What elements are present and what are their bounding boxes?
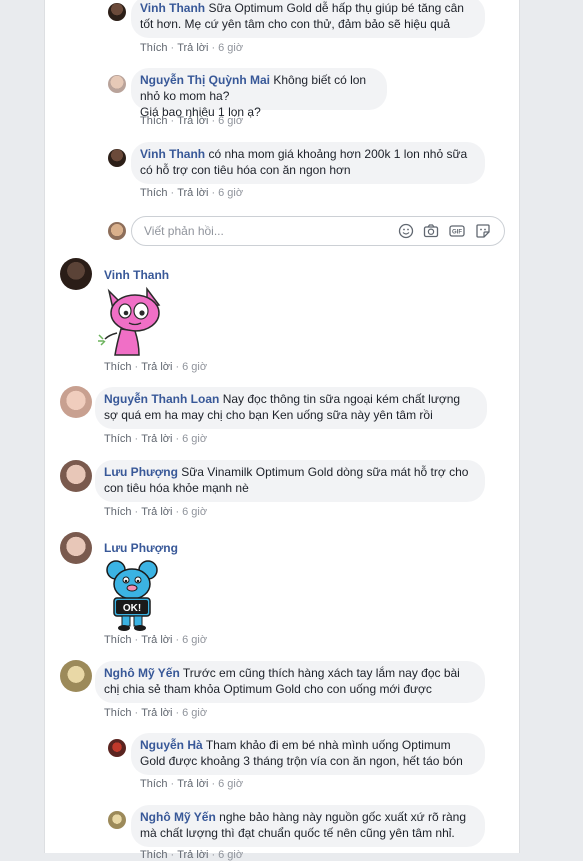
comment-text: Nay đọc thông tin sữa ngoại kém chất lượ…: [222, 392, 461, 406]
comment-bubble: Nghô Mỹ Yến Trước em cũng thích hàng xác…: [95, 661, 485, 703]
emoji-icon[interactable]: [398, 223, 414, 239]
reply-link[interactable]: Trả lời: [177, 778, 208, 790]
comment-author[interactable]: Nguyễn Thanh Loan: [104, 392, 219, 406]
reply-link[interactable]: Trả lời: [141, 634, 172, 646]
comment-author[interactable]: Nguyễn Hà: [140, 738, 203, 752]
avatar[interactable]: [108, 3, 126, 21]
timestamp[interactable]: 6 giờ: [218, 849, 243, 861]
comment-author[interactable]: Nghô Mỹ Yến: [104, 666, 180, 680]
comment-actions: Thích · Trả lời · 6 giờ: [104, 506, 208, 518]
timestamp[interactable]: 6 giờ: [182, 361, 207, 373]
comment-actions: Thích · Trả lời · 6 giờ: [104, 707, 208, 719]
sticker-icon[interactable]: [475, 223, 491, 239]
avatar[interactable]: [60, 386, 92, 418]
comment-actions: Thích · Trả lời · 6 giờ: [140, 42, 244, 54]
comment-text: chị chia sẻ tham khỏa Optimum Gold cho c…: [104, 682, 432, 696]
reply-input[interactable]: [142, 223, 386, 239]
comment-actions: Thích · Trả lời · 6 giờ: [140, 187, 244, 199]
reply-link[interactable]: Trả lời: [177, 849, 208, 861]
reply-link[interactable]: Trả lời: [141, 361, 172, 373]
comment-actions: Thích · Trả lời · 6 giờ: [104, 433, 208, 445]
avatar[interactable]: [108, 75, 126, 93]
avatar[interactable]: [108, 739, 126, 757]
comment-bubble: Vinh Thanh có nha mom giá khoảng hơn 200…: [131, 142, 485, 184]
timestamp[interactable]: 6 giờ: [182, 707, 207, 719]
svg-text:GIF: GIF: [452, 230, 462, 236]
like-link[interactable]: Thích: [104, 707, 132, 719]
pink-cat-sticker: [98, 286, 161, 356]
avatar[interactable]: [60, 532, 92, 564]
reply-link[interactable]: Trả lời: [177, 187, 208, 199]
like-link[interactable]: Thích: [140, 115, 168, 127]
comment-text: có hỗ trợ con tiêu hóa con ăn ngon hơn: [140, 163, 351, 177]
comment-author[interactable]: Lưu Phượng: [104, 541, 178, 555]
comment-author[interactable]: Vinh Thanh: [104, 268, 169, 282]
avatar[interactable]: [60, 660, 92, 692]
like-link[interactable]: Thích: [104, 634, 132, 646]
reply-link[interactable]: Trả lời: [177, 42, 208, 54]
comment-bubble: Nguyễn Thanh Loan Nay đọc thông tin sữa …: [95, 387, 487, 429]
comment-text: sợ quá em ha may chị cho bạn Ken uống sữ…: [104, 408, 433, 422]
comment-bubble: Nghô Mỹ Yến nghe bảo hàng này nguồn gốc …: [131, 805, 485, 847]
comment-text: Sữa Optimum Gold dễ hấp thụ giúp bé tăng…: [208, 1, 464, 15]
comment-text: Gold được khoảng 3 tháng trộn vía con ăn…: [140, 754, 463, 768]
ok-mouse-sticker: OK!: [106, 560, 158, 631]
like-link[interactable]: Thích: [140, 42, 168, 54]
comment-text: Sữa Vinamilk Optimum Gold dòng sữa mát h…: [181, 465, 469, 479]
comment-bubble: Nguyễn Thị Quỳnh Mai Không biết có lon n…: [131, 68, 387, 119]
comment-text: con tiêu hóa khỏe mạnh nè: [104, 481, 249, 495]
comment-bubble: Lưu Phượng Sữa Vinamilk Optimum Gold dòn…: [95, 460, 485, 502]
comment-actions: Thích · Trả lời · 6 giờ: [140, 849, 244, 861]
reply-link[interactable]: Trả lời: [177, 115, 208, 127]
timestamp[interactable]: 6 giờ: [218, 115, 243, 127]
like-link[interactable]: Thích: [104, 361, 132, 373]
like-link[interactable]: Thích: [140, 778, 168, 790]
comment-text: tốt hơn. Mẹ cứ yên tâm cho con thử, đảm …: [140, 17, 451, 31]
comment-text: nghe bảo hàng này nguồn gốc xuất xứ rõ r…: [219, 810, 467, 824]
timestamp[interactable]: 6 giờ: [182, 506, 207, 518]
avatar[interactable]: [60, 460, 92, 492]
like-link[interactable]: Thích: [104, 433, 132, 445]
comment-text: mà chất lượng thì đạt chuẩn quốc tế nên …: [140, 826, 455, 840]
timestamp[interactable]: 6 giờ: [218, 42, 243, 54]
comment-bubble: Vinh Thanh Sữa Optimum Gold dễ hấp thụ g…: [131, 0, 485, 38]
comment-text: Tham khảo đi em bé nhà mình uống Optimum: [205, 738, 451, 752]
like-link[interactable]: Thích: [104, 506, 132, 518]
reply-link[interactable]: Trả lời: [141, 433, 172, 445]
timestamp[interactable]: 6 giờ: [182, 433, 207, 445]
comment-actions: Thích · Trả lời · 6 giờ: [104, 361, 208, 373]
comment-actions: Thích · Trả lời · 6 giờ: [140, 115, 244, 127]
comment-author[interactable]: Nguyễn Thị Quỳnh Mai: [140, 73, 270, 87]
comment-actions: Thích · Trả lời · 6 giờ: [104, 634, 208, 646]
current-user-avatar: [108, 222, 126, 240]
timestamp[interactable]: 6 giờ: [218, 187, 243, 199]
comment-bubble: Nguyễn Hà Tham khảo đi em bé nhà mình uố…: [131, 733, 485, 775]
comment-author[interactable]: Vinh Thanh: [140, 147, 205, 161]
timestamp[interactable]: 6 giờ: [218, 778, 243, 790]
avatar[interactable]: [60, 258, 92, 290]
reply-composer[interactable]: GIF: [131, 216, 505, 246]
timestamp[interactable]: 6 giờ: [182, 634, 207, 646]
like-link[interactable]: Thích: [140, 187, 168, 199]
comment-text: Trước em cũng thích hàng xách tay lắm na…: [182, 666, 460, 680]
comment-actions: Thích · Trả lời · 6 giờ: [140, 778, 244, 790]
comment-author[interactable]: Vinh Thanh: [140, 1, 205, 15]
comment-author[interactable]: Nghô Mỹ Yến: [140, 810, 216, 824]
comment-author[interactable]: Lưu Phượng: [104, 465, 178, 479]
reply-link[interactable]: Trả lời: [141, 506, 172, 518]
camera-icon[interactable]: [423, 223, 439, 239]
avatar[interactable]: [108, 811, 126, 829]
avatar[interactable]: [108, 149, 126, 167]
comment-text: có nha mom giá khoảng hơn 200k 1 lon nhỏ…: [208, 147, 468, 161]
like-link[interactable]: Thích: [140, 849, 168, 861]
reply-link[interactable]: Trả lời: [141, 707, 172, 719]
sticker-text: OK!: [123, 603, 141, 614]
gif-icon[interactable]: GIF: [449, 223, 465, 239]
